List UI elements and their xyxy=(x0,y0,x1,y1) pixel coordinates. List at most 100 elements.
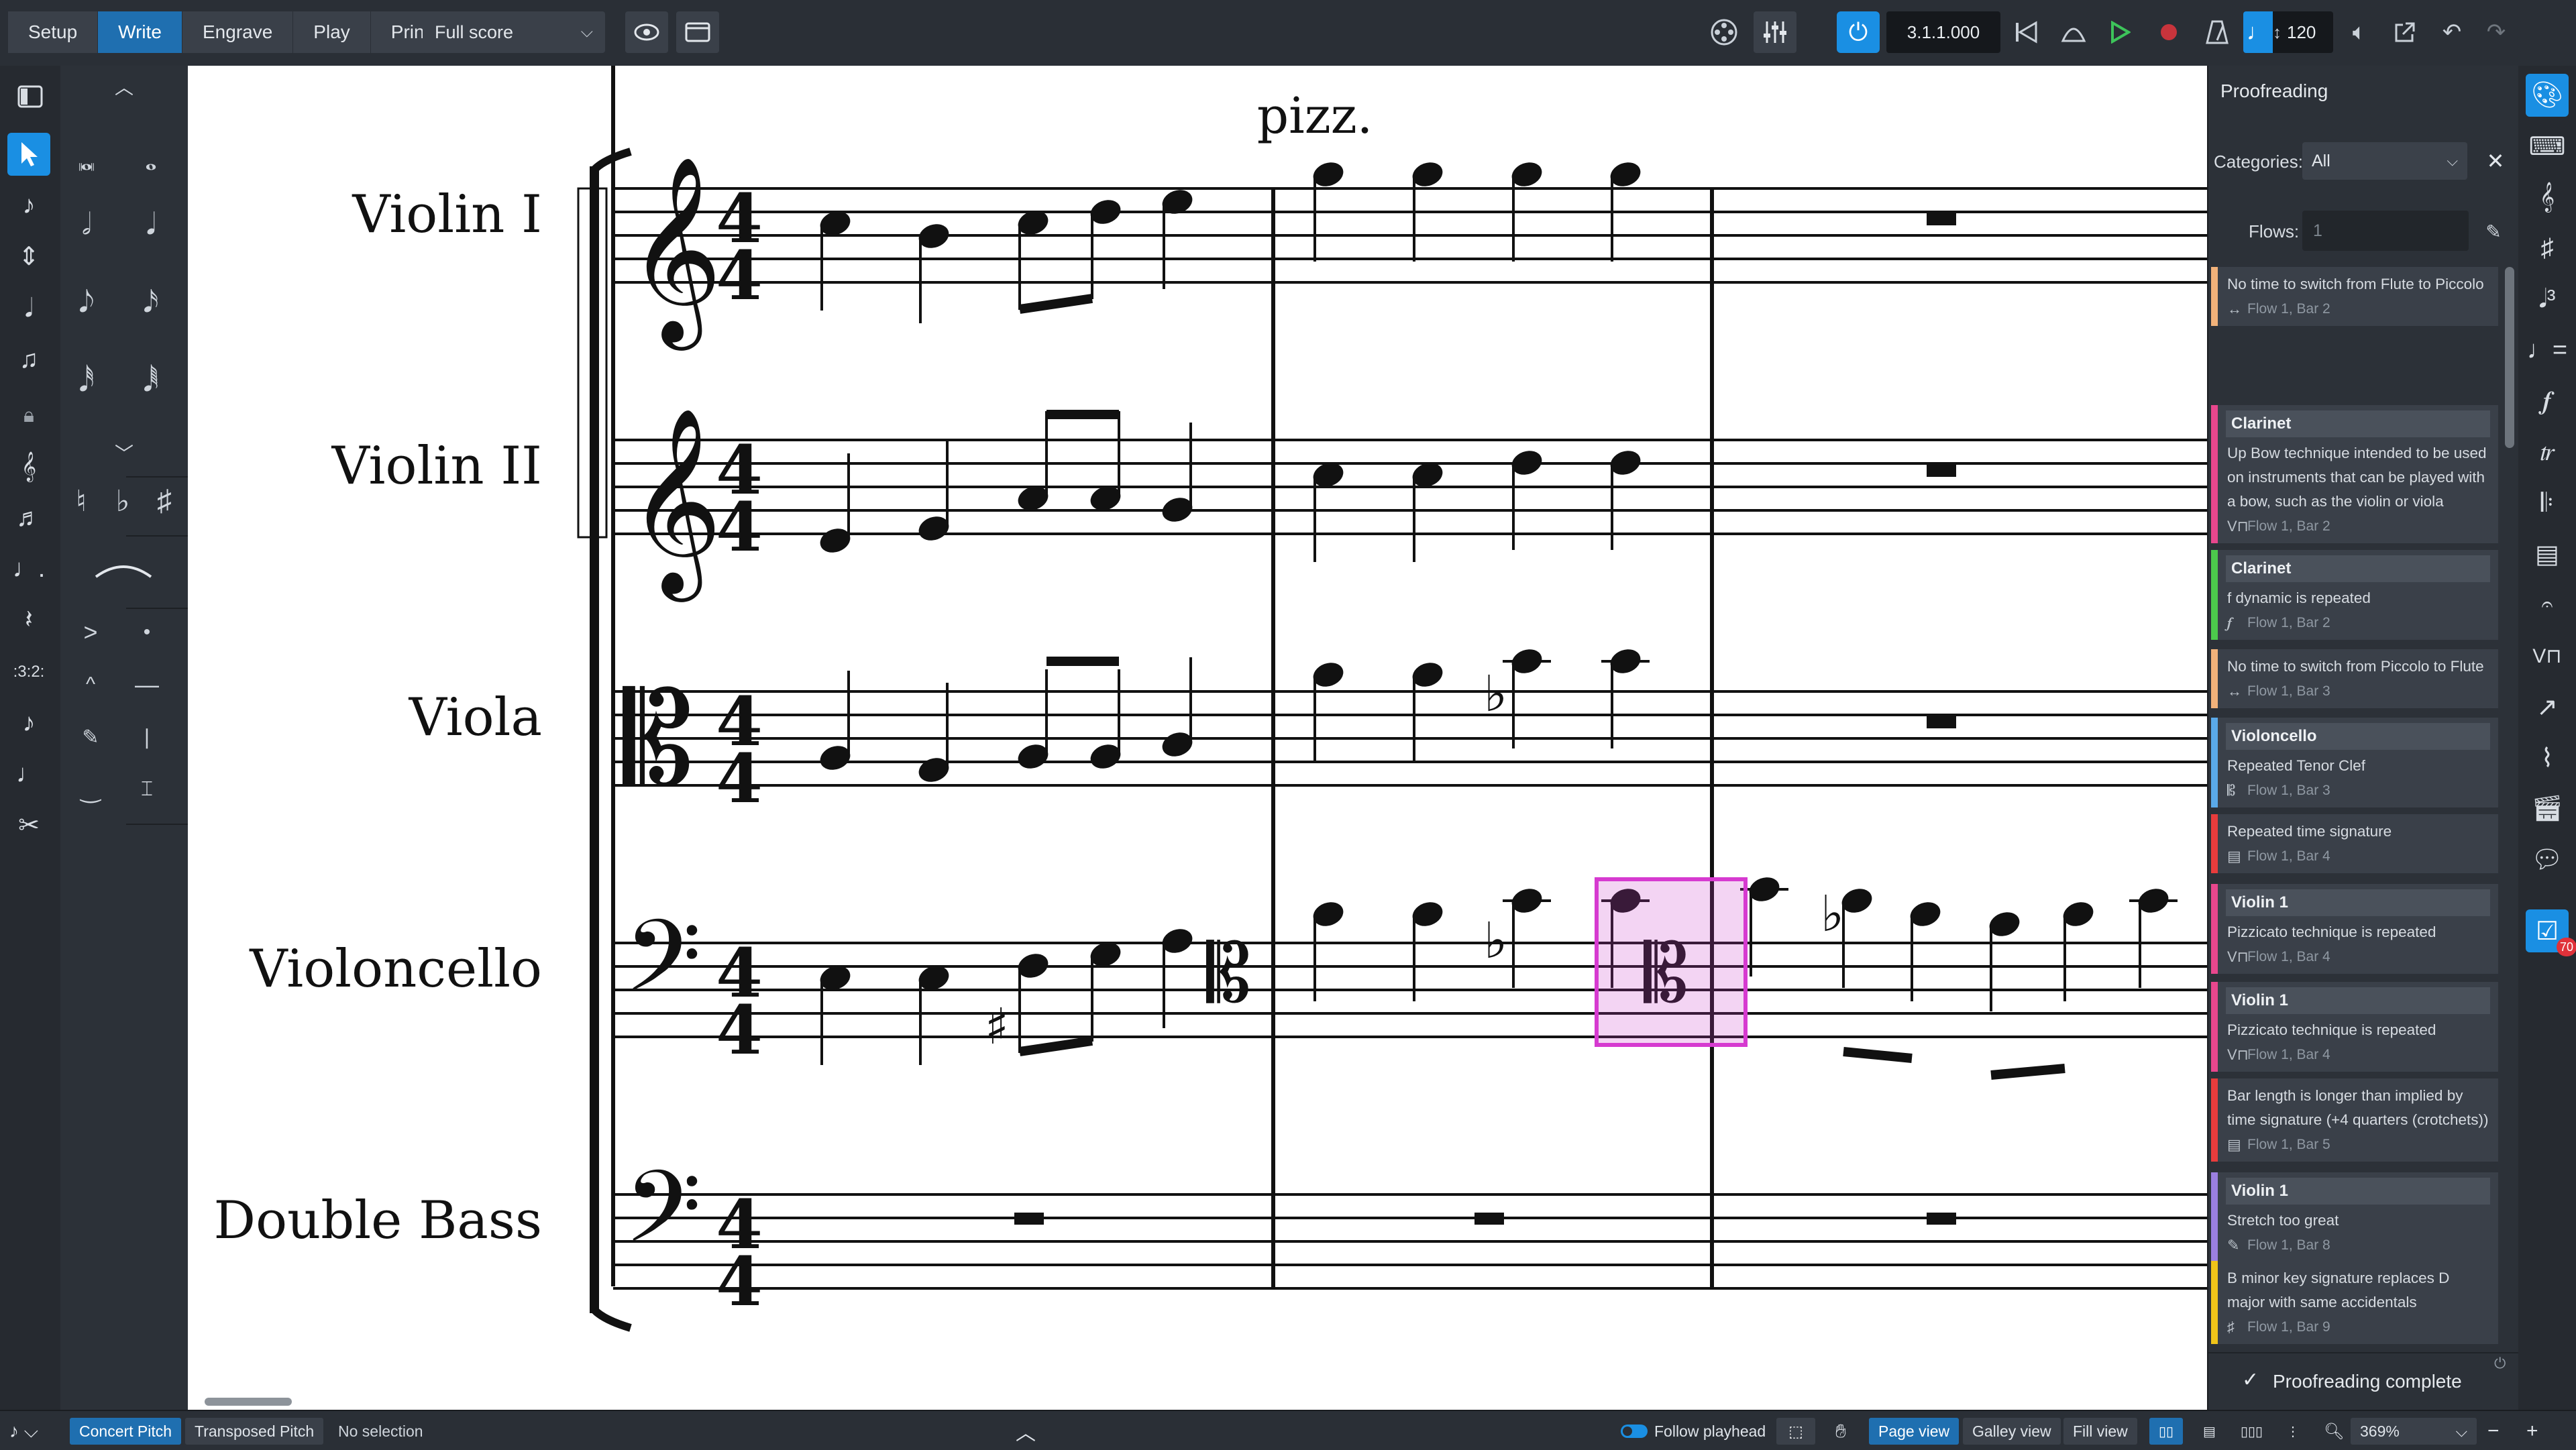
staccatissimo-icon[interactable]: ✎ xyxy=(70,716,111,758)
tenuto-icon[interactable]: — xyxy=(126,664,168,706)
ornaments-icon[interactable]: 𝆖 xyxy=(2526,431,2569,473)
chord-input-icon[interactable]: 𝅘𝅥 xyxy=(7,287,50,330)
proofreading-card[interactable]: Clarinet f dynamic is repeated 𝆑 Flow 1, Ba… xyxy=(2211,550,2498,640)
transposed-pitch-toggle[interactable]: Transposed Pitch xyxy=(185,1418,324,1445)
thirty-second-note-icon[interactable]: 𝅘𝅥𝅰 xyxy=(66,361,107,402)
tie-icon[interactable]: ‿ xyxy=(70,769,111,810)
spread-icon[interactable]: ▯▯ xyxy=(2149,1418,2184,1445)
tempo-icon[interactable]: ♩= xyxy=(2526,329,2569,372)
sixty-fourth-note-icon[interactable]: 𝅘𝅥𝅱 xyxy=(130,361,172,402)
zoom-out-icon[interactable]: − xyxy=(2478,1418,2509,1445)
slash-notes-icon[interactable]: ♩ xyxy=(7,752,50,795)
play-icon[interactable] xyxy=(2102,11,2139,53)
power-icon[interactable]: ⏻ xyxy=(2494,1355,2506,1372)
zoom-select[interactable]: 369% ⌵ xyxy=(2351,1418,2477,1445)
key-signature-icon[interactable]: ♯ xyxy=(2526,227,2569,270)
share-icon[interactable] xyxy=(2387,11,2423,53)
proofreading-card[interactable]: Violin 1 Stretch too great ✎ Flow 1, Bar 8 xyxy=(2211,1172,2498,1262)
tempo-control[interactable]: ♩ ↕ 120 xyxy=(2243,11,2333,53)
proofreading-icon[interactable]: ☑ 70 xyxy=(2526,909,2576,956)
tuplet-icon[interactable]: :3:2: xyxy=(7,651,50,693)
note-input-icon[interactable]: ♪ xyxy=(7,184,50,227)
mode-setup[interactable]: Setup xyxy=(8,11,99,53)
note-input-mode-icon[interactable]: ♪ ⌵ xyxy=(0,1418,48,1445)
concert-pitch-toggle[interactable]: Concert Pitch xyxy=(70,1418,182,1445)
bowing-icon[interactable]: V⊓ xyxy=(2526,634,2569,677)
insert-mode-icon[interactable]: ⇕ xyxy=(7,235,50,278)
proofreading-card[interactable]: Violoncello Repeated Tenor Clef 𝄡 Flow 1, B… xyxy=(2211,718,2498,807)
pages-horizontal-icon[interactable]: ▯▯▯ xyxy=(2231,1418,2272,1445)
chevron-up-icon[interactable]: ︿ xyxy=(103,66,145,107)
accent-icon[interactable]: > xyxy=(70,612,111,653)
mode-engrave[interactable]: Engrave xyxy=(182,11,294,53)
follow-playhead-toggle[interactable]: Follow playhead xyxy=(1611,1418,1775,1445)
dynamics-icon[interactable]: 𝆑 xyxy=(2526,380,2569,423)
dotted-note-icon[interactable]: ♩. xyxy=(7,547,50,590)
chevron-down-icon[interactable]: ﹀ xyxy=(103,432,145,473)
eye-icon[interactable] xyxy=(625,11,668,53)
window-icon[interactable] xyxy=(676,11,719,53)
record-icon[interactable] xyxy=(2151,11,2187,53)
flat-icon[interactable]: ♭ xyxy=(102,480,144,522)
video-reel-icon[interactable] xyxy=(1704,11,1744,53)
sharp-icon[interactable]: ♯ xyxy=(144,480,185,522)
whole-note-icon[interactable]: 𝅝 xyxy=(130,140,172,181)
volume-icon[interactable]: 🔈︎ xyxy=(2341,11,2377,53)
categories-select[interactable]: All ⌵ xyxy=(2302,142,2467,180)
wedge-icon[interactable]: ❘ xyxy=(126,716,168,758)
video-icon[interactable]: 🎬︎ xyxy=(2526,787,2569,830)
flows-input[interactable]: 1 xyxy=(2302,211,2469,251)
page-view-button[interactable]: Page view xyxy=(1869,1418,1960,1445)
rest-icon[interactable]: 𝄽 xyxy=(7,598,50,641)
panel-toggle-icon[interactable] xyxy=(9,75,52,118)
pencil-icon[interactable]: ✎ xyxy=(2475,213,2512,249)
marquee-select-icon[interactable]: ⬚ xyxy=(1776,1418,1815,1445)
palette-icon[interactable]: 🎨︎ xyxy=(2526,74,2569,117)
undo-icon[interactable]: ↶ xyxy=(2434,11,2470,53)
power-icon[interactable]: ⏻ xyxy=(1837,11,1880,53)
close-icon[interactable]: ✕ xyxy=(2478,144,2513,178)
clef-icon[interactable]: 𝄞 xyxy=(2526,176,2569,219)
force-duration-icon[interactable]: ♫ xyxy=(7,338,50,381)
vertical-scrollbar[interactable] xyxy=(2505,267,2514,448)
proofreading-card[interactable]: B minor key signature replaces D major w… xyxy=(2211,1261,2498,1344)
mixer-icon[interactable] xyxy=(1754,11,1796,53)
select-arrow-icon[interactable] xyxy=(7,133,50,176)
holds-icon[interactable]: 𝄐 xyxy=(2526,583,2569,626)
caret-icon[interactable]: 𝄞 xyxy=(7,445,50,488)
sixteenth-note-icon[interactable]: 𝅘𝅥𝅯 xyxy=(130,282,172,323)
lock-icon[interactable]: 🔒︎ xyxy=(7,394,50,437)
proofreading-card[interactable]: No time to switch from Piccolo to Flute ↔… xyxy=(2211,649,2498,708)
score-canvas[interactable]: Violin I Violin II Viola Violoncello Dou… xyxy=(188,66,2207,1410)
horizontal-scrollbar[interactable] xyxy=(205,1398,292,1406)
stress-icon[interactable]: ⌶ xyxy=(126,769,168,810)
pages-vertical-icon[interactable]: ▤ xyxy=(2194,1418,2225,1445)
pages-stack-icon[interactable]: ⋮ xyxy=(2277,1418,2309,1445)
lines-icon[interactable]: ↗ xyxy=(2526,685,2569,728)
zoom-icon[interactable]: 🔍︎ xyxy=(2314,1418,2353,1445)
marcato-icon[interactable]: ^ xyxy=(70,664,111,706)
redo-icon[interactable]: ↷ xyxy=(2478,11,2514,53)
chevron-up-icon[interactable]: ︿ xyxy=(1006,1418,1045,1445)
proofreading-card[interactable]: No time to switch from Flute to Piccolo ↔… xyxy=(2211,267,2498,326)
zoom-in-icon[interactable]: + xyxy=(2517,1418,2548,1445)
rewind-icon[interactable] xyxy=(2008,11,2045,53)
breve-icon[interactable]: 𝅜 xyxy=(66,140,107,181)
keyboard-icon[interactable]: ⌨ xyxy=(2526,125,2569,168)
selection-box[interactable] xyxy=(1595,877,1748,1047)
galley-view-button[interactable]: Galley view xyxy=(1963,1418,2061,1445)
harp-icon[interactable]: ⌇ xyxy=(2526,736,2569,779)
click-icon[interactable] xyxy=(2055,11,2092,53)
proofreading-card[interactable]: Bar length is longer than implied by tim… xyxy=(2211,1078,2498,1162)
grace-note-icon[interactable]: ♬ xyxy=(7,496,50,539)
natural-icon[interactable]: ♮ xyxy=(60,480,102,522)
mode-write[interactable]: Write xyxy=(98,11,182,53)
position-counter[interactable]: 3.1.1.000 xyxy=(1886,11,2000,53)
comment-icon[interactable]: 💬︎ xyxy=(2526,838,2569,881)
proofreading-card[interactable]: Violin 1 Pizzicato technique is repeated V… xyxy=(2211,982,2498,1072)
proofreading-card[interactable]: Violin 1 Pizzicato technique is repeated V… xyxy=(2211,884,2498,974)
eighth-note-icon[interactable]: 𝅘𝅥𝅮 xyxy=(66,282,107,323)
layout-select[interactable]: Full score ⌵ xyxy=(423,11,605,53)
scissors-icon[interactable]: ✂ xyxy=(7,803,50,846)
repeat-icon[interactable]: 𝄆 xyxy=(2526,482,2569,524)
